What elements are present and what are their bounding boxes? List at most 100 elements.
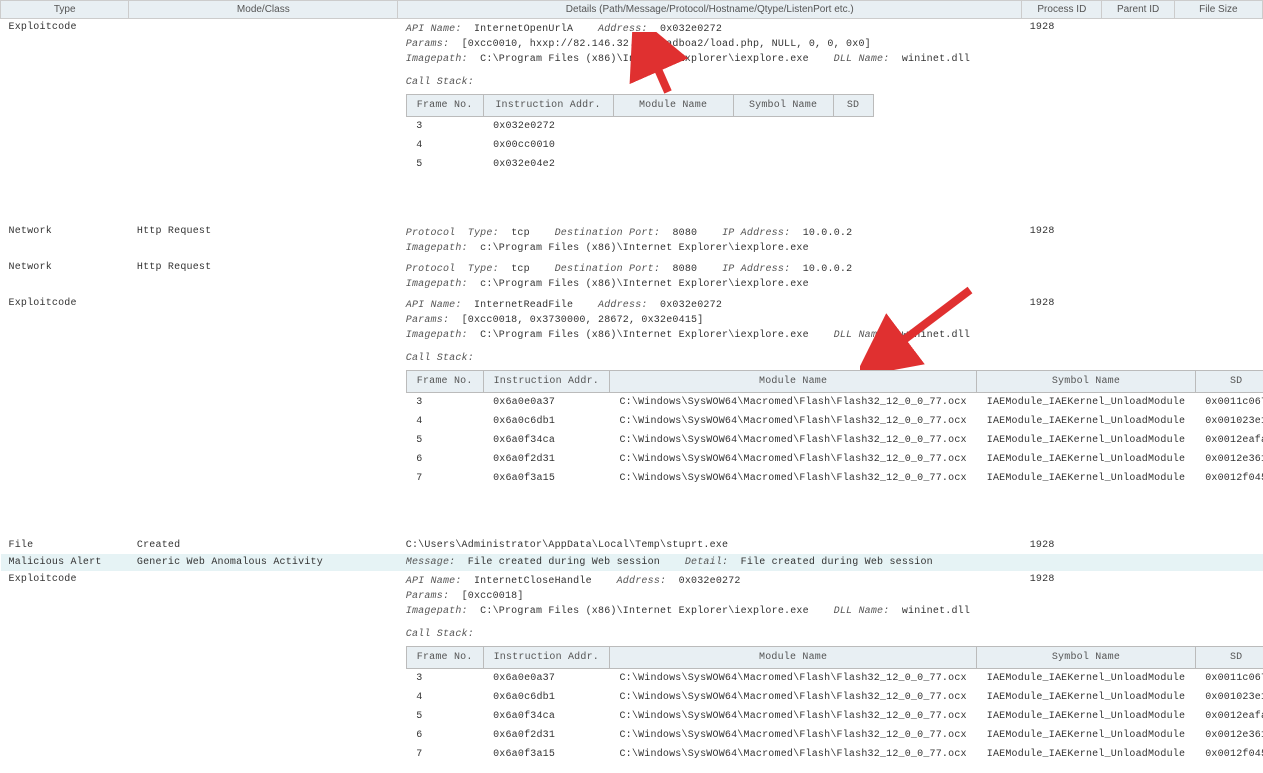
- detail-value: File created during Web session: [741, 557, 933, 568]
- ip-label: IP Address:: [722, 228, 790, 239]
- stack-sd: 0x001023e1: [1195, 412, 1263, 431]
- pid-cell: 1928: [1022, 537, 1102, 554]
- params-value: [0xcc0018]: [462, 591, 524, 602]
- stack-module: C:\Windows\SysWOW64\Macromed\Flash\Flash…: [609, 450, 976, 469]
- stack-instr: 0x6a0f3a15: [483, 745, 609, 764]
- stack-sd: 0x0012f045: [1195, 745, 1263, 764]
- stack-sd: 0x0012e361: [1195, 450, 1263, 469]
- message-label: Message:: [406, 557, 456, 568]
- stack-frame: 5: [406, 707, 483, 726]
- stack-row: 70x6a0f3a15C:\Windows\SysWOW64\Macromed\…: [406, 745, 1263, 764]
- ip-value: 10.0.0.2: [803, 228, 853, 239]
- stack-symbol: IAEModule_IAEKernel_UnloadModule: [977, 412, 1195, 431]
- stack-sd: 0x0012eafa: [1195, 707, 1263, 726]
- dest-port-label: Destination Port:: [555, 228, 660, 239]
- stack-h-symbol: Symbol Name: [733, 95, 833, 117]
- mode-cell: Http Request: [129, 259, 398, 295]
- mode-cell: [129, 19, 398, 184]
- imagepath-label: Imagepath:: [406, 54, 468, 65]
- api-name-label: API Name:: [406, 576, 462, 587]
- col-pid[interactable]: Process ID: [1022, 1, 1102, 19]
- events-table: Type Mode/Class Details (Path/Message/Pr…: [0, 0, 1263, 773]
- event-row[interactable]: Network Http Request Protocol Type: tcp …: [1, 259, 1263, 295]
- col-details[interactable]: Details (Path/Message/Protocol/Hostname/…: [398, 1, 1022, 19]
- dll-label: DLL Name:: [834, 606, 890, 617]
- event-row[interactable]: File Created C:\Users\Administrator\AppD…: [1, 537, 1263, 554]
- imagepath-label: Imagepath:: [406, 243, 468, 254]
- col-fsize[interactable]: File Size: [1174, 1, 1262, 19]
- protocol-label: Protocol: [406, 228, 456, 239]
- details-cell: Message: File created during Web session…: [398, 554, 1022, 571]
- callstack-label: Call Stack:: [406, 75, 1014, 90]
- stack-frame: 5: [406, 155, 483, 174]
- col-type[interactable]: Type: [1, 1, 129, 19]
- col-ppid[interactable]: Parent ID: [1102, 1, 1174, 19]
- stack-frame: 4: [406, 412, 483, 431]
- stack-row: 60x6a0f2d31C:\Windows\SysWOW64\Macromed\…: [406, 450, 1263, 469]
- pid-cell: 1928: [1022, 223, 1102, 259]
- stack-frame: 3: [406, 669, 483, 689]
- address-label: Address:: [617, 576, 667, 587]
- dll-label: DLL Name:: [834, 54, 890, 65]
- stack-frame: 7: [406, 469, 483, 488]
- params-label: Params:: [406, 315, 449, 326]
- address-label: Address:: [598, 24, 648, 35]
- dll-value: wininet.dll: [902, 330, 970, 341]
- stack-instr: 0x6a0f3a15: [483, 469, 609, 488]
- stack-instr: 0x6a0f2d31: [483, 450, 609, 469]
- stack-module: C:\Windows\SysWOW64\Macromed\Flash\Flash…: [609, 431, 976, 450]
- dll-label: DLL Name:: [834, 330, 890, 341]
- fsize-cell: [1174, 19, 1262, 184]
- stack-row: 50x6a0f34caC:\Windows\SysWOW64\Macromed\…: [406, 431, 1263, 450]
- type-cell: Network: [1, 259, 129, 295]
- stack-row: 30x6a0e0a37C:\Windows\SysWOW64\Macromed\…: [406, 393, 1263, 413]
- event-row[interactable]: Exploitcode API Name: InternetOpenUrlA A…: [1, 19, 1263, 184]
- stack-instr: 0x6a0e0a37: [483, 669, 609, 689]
- protocol-type-value: tcp: [511, 228, 530, 239]
- type-cell: Network: [1, 223, 129, 259]
- stack-symbol: IAEModule_IAEKernel_UnloadModule: [977, 469, 1195, 488]
- stack-symbol: IAEModule_IAEKernel_UnloadModule: [977, 450, 1195, 469]
- imagepath-value: C:\Program Files (x86)\Internet Explorer…: [480, 54, 809, 65]
- stack-instr: 0x6a0c6db1: [483, 688, 609, 707]
- callstack-label: Call Stack:: [406, 627, 1014, 642]
- stack-symbol: IAEModule_IAEKernel_UnloadModule: [977, 688, 1195, 707]
- api-name-value: InternetReadFile: [474, 300, 573, 311]
- stack-instr: 0x6a0f34ca: [483, 707, 609, 726]
- col-mode[interactable]: Mode/Class: [129, 1, 398, 19]
- dll-value: wininet.dll: [902, 54, 970, 65]
- protocol-label: Protocol: [406, 264, 456, 275]
- protocol-type-label: Type:: [468, 228, 499, 239]
- protocol-type-value: tcp: [511, 264, 530, 275]
- event-row[interactable]: Exploitcode API Name: InternetReadFile A…: [1, 295, 1263, 497]
- details-cell: Protocol Type: tcp Destination Port: 808…: [398, 223, 1022, 259]
- stack-h-module: Module Name: [609, 371, 976, 393]
- event-row-alert[interactable]: Malicious Alert Generic Web Anomalous Ac…: [1, 554, 1263, 571]
- params-value: [0xcc0018, 0x3730000, 28672, 0x32e0415]: [462, 315, 704, 326]
- stack-module: C:\Windows\SysWOW64\Macromed\Flash\Flash…: [609, 688, 976, 707]
- stack-instr: 0x032e0272: [483, 117, 613, 137]
- event-row[interactable]: Network Http Request Protocol Type: tcp …: [1, 223, 1263, 259]
- imagepath-label: Imagepath:: [406, 330, 468, 341]
- stack-row: 40x6a0c6db1C:\Windows\SysWOW64\Macromed\…: [406, 688, 1263, 707]
- stack-sd: 0x0012eafa: [1195, 431, 1263, 450]
- stack-symbol: IAEModule_IAEKernel_UnloadModule: [977, 669, 1195, 689]
- stack-row: 40x00cc0010: [406, 136, 873, 155]
- stack-h-module: Module Name: [609, 647, 976, 669]
- imagepath-value: c:\Program Files (x86)\Internet Explorer…: [480, 279, 809, 290]
- stack-row: 50x032e04e2: [406, 155, 873, 174]
- protocol-type-label: Type:: [468, 264, 499, 275]
- stack-symbol: IAEModule_IAEKernel_UnloadModule: [977, 745, 1195, 764]
- pid-cell: [1022, 259, 1102, 295]
- stack-h-instr: Instruction Addr.: [483, 95, 613, 117]
- stack-module: C:\Windows\SysWOW64\Macromed\Flash\Flash…: [609, 393, 976, 413]
- dll-value: wininet.dll: [902, 606, 970, 617]
- stack-row: 60x6a0f2d31C:\Windows\SysWOW64\Macromed\…: [406, 726, 1263, 745]
- api-name-value: InternetCloseHandle: [474, 576, 592, 587]
- event-row[interactable]: Exploitcode API Name: InternetCloseHandl…: [1, 571, 1263, 773]
- stack-frame: 3: [406, 117, 483, 137]
- stack-frame: 4: [406, 136, 483, 155]
- callstack-label: Call Stack:: [406, 351, 1014, 366]
- stack-instr: 0x6a0f34ca: [483, 431, 609, 450]
- type-cell: File: [1, 537, 129, 554]
